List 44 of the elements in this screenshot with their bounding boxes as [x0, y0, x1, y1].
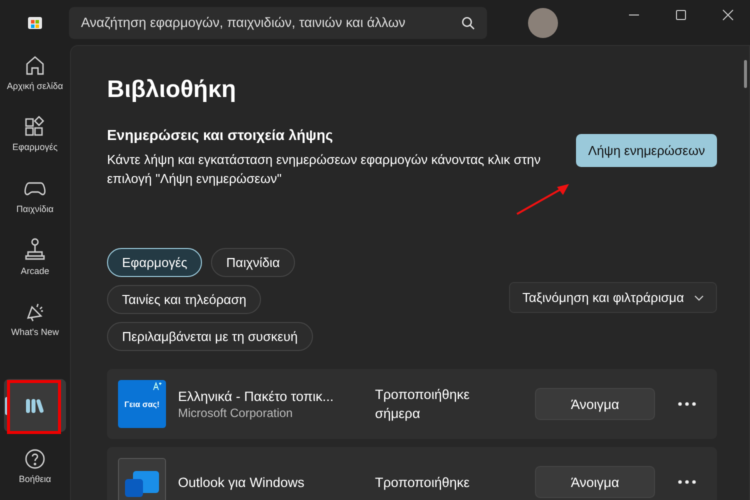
- open-button[interactable]: Άνοιγμα: [535, 466, 655, 498]
- get-updates-button[interactable]: Λήψη ενημερώσεων: [576, 134, 717, 167]
- mail-app-icon: [118, 458, 166, 500]
- apps-icon: [24, 116, 46, 138]
- avatar[interactable]: [528, 8, 558, 38]
- joystick-icon: [24, 238, 46, 262]
- maximize-icon[interactable]: [675, 9, 687, 21]
- sidebar-item[interactable]: Arcade: [4, 230, 66, 286]
- search-field[interactable]: Αναζήτηση εφαρμογών, παιχνιδιών, ταινιών και άλλων: [69, 6, 487, 38]
- sidebar-item[interactable]: Αρχική σελίδα: [4, 44, 66, 100]
- app-status: Τροποποιήθηκε: [375, 474, 471, 492]
- section-description: Κάντε λήψη και εγκατάσταση ενημερώσεων εφαρμογών κάνοντας κλικ στην επιλογή "Λήψη ενημερώσεων": [107, 151, 542, 188]
- filter-chip[interactable]: Περιλαμβάνεται με τη συσκευή: [107, 322, 313, 351]
- store-logo-icon: [27, 14, 43, 30]
- filter-chip[interactable]: Παιχνίδια: [211, 248, 295, 277]
- sidebar-item[interactable]: Βοήθεια: [4, 438, 66, 494]
- search-icon: [461, 16, 475, 30]
- app-name: Outlook για Windows: [178, 474, 306, 490]
- highlight-frame: [7, 380, 61, 434]
- app-row[interactable]: Outlook για Windows Τροποποιήθηκε Άνοιγμα: [107, 447, 717, 500]
- more-options-icon[interactable]: [678, 402, 696, 406]
- megaphone-icon: [24, 301, 46, 324]
- filter-chip[interactable]: Ταινίες και τηλεόραση: [107, 285, 262, 314]
- page-title: Βιβλιοθήκη: [107, 76, 237, 104]
- annotation-arrow: [515, 182, 571, 216]
- home-icon: [24, 54, 46, 77]
- more-options-icon[interactable]: [678, 480, 696, 484]
- open-button[interactable]: Άνοιγμα: [535, 388, 655, 420]
- app-row[interactable]: Γεια σας! Ελληνικά - Πακέτο τοπικ... Microsoft Corporation Τροποποιήθηκε σήμερα Άνοιγμα: [107, 369, 717, 439]
- chevron-icon: [694, 294, 704, 300]
- sidebar-item[interactable]: Παιχνίδια: [4, 168, 66, 224]
- app-name: Ελληνικά - Πακέτο τοπικ...: [178, 388, 335, 404]
- sidebar-item[interactable]: Εφαρμογές: [4, 106, 66, 162]
- language-pack-icon: Γεια σας!: [118, 380, 166, 428]
- sort-filter-dropdown[interactable]: Ταξινόμηση και φιλτράρισμα: [509, 282, 717, 313]
- app-status: Τροποποιήθηκε σήμερα: [375, 386, 471, 423]
- sidebar-item[interactable]: What's New: [4, 291, 66, 347]
- help-icon: [24, 448, 46, 470]
- filter-chip[interactable]: Εφαρμογές: [107, 248, 202, 277]
- library-icon: [24, 396, 46, 415]
- app-publisher: Microsoft Corporation: [178, 406, 294, 420]
- scrollbar[interactable]: [744, 60, 747, 88]
- section-heading: Ενημερώσεις και στοιχεία λήψης: [107, 128, 334, 144]
- close-icon[interactable]: [722, 9, 734, 21]
